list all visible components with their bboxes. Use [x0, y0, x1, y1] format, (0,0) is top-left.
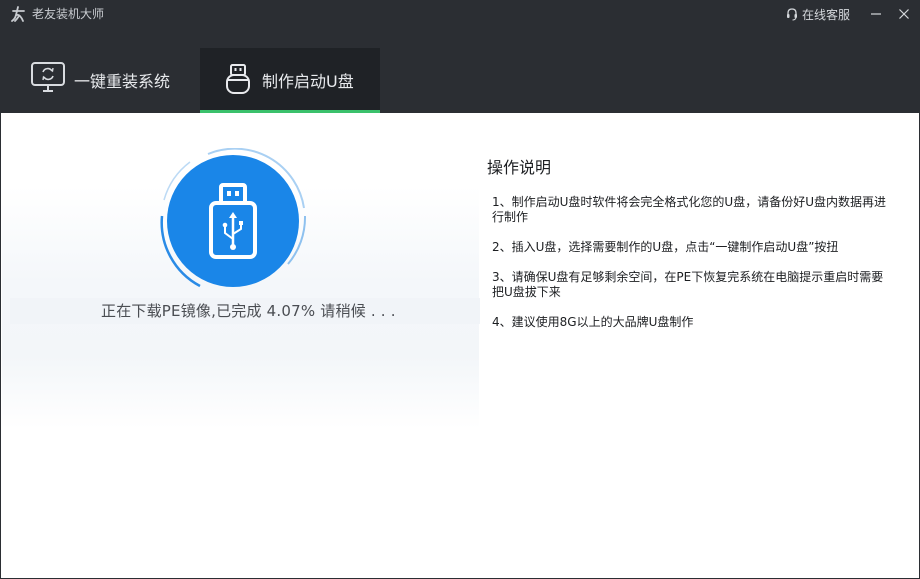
- instruction-item: 3、请确保U盘有足够剩余空间，在PE下恢复完系统在电脑提示重启时需要把U盘拔下来: [492, 270, 892, 300]
- download-status: 正在下载PE镜像,已完成 4.07% 请稍候 . . .: [101, 302, 396, 320]
- instructions-title: 操作说明: [487, 158, 551, 178]
- window-border: [0, 113, 1, 579]
- headset-icon: [785, 7, 799, 21]
- close-icon: [898, 8, 910, 20]
- minimize-icon: [870, 8, 882, 20]
- app-title: 老友装机大师: [32, 6, 104, 22]
- monitor-refresh-icon: [30, 61, 66, 95]
- customer-service-button[interactable]: 在线客服: [785, 5, 850, 23]
- tab-label: 一键重装系统: [74, 68, 170, 92]
- title-bar: 老友装机大师 在线客服: [0, 0, 920, 30]
- customer-service-label: 在线客服: [802, 6, 850, 23]
- usb-stick-icon: [208, 183, 258, 261]
- status-suffix: 请稍候 . . .: [320, 302, 395, 320]
- tab-make-boot-usb[interactable]: 制作启动U盘: [200, 48, 380, 113]
- status-percent: 4.07%: [267, 302, 316, 320]
- tab-bar: 一键重装系统 制作启动U盘: [0, 30, 920, 113]
- tab-label: 制作启动U盘: [262, 68, 354, 92]
- instruction-item: 2、插入U盘，选择需要制作的U盘，点击“一键制作启动U盘”按扭: [492, 240, 892, 255]
- status-prefix: 正在下载PE镜像,已完成: [101, 302, 262, 320]
- minimize-button[interactable]: [864, 3, 888, 25]
- close-button[interactable]: [892, 3, 916, 25]
- instruction-item: 1、制作启动U盘时软件将会完全格式化您的U盘，请备份好U盘内数据再进行制作: [492, 195, 892, 225]
- app-logo-icon: [10, 5, 28, 23]
- usb-drive-icon: [225, 63, 251, 95]
- tab-one-click-reinstall[interactable]: 一键重装系统: [0, 48, 200, 113]
- instruction-item: 4、建议使用8G以上的大品牌U盘制作: [492, 315, 892, 330]
